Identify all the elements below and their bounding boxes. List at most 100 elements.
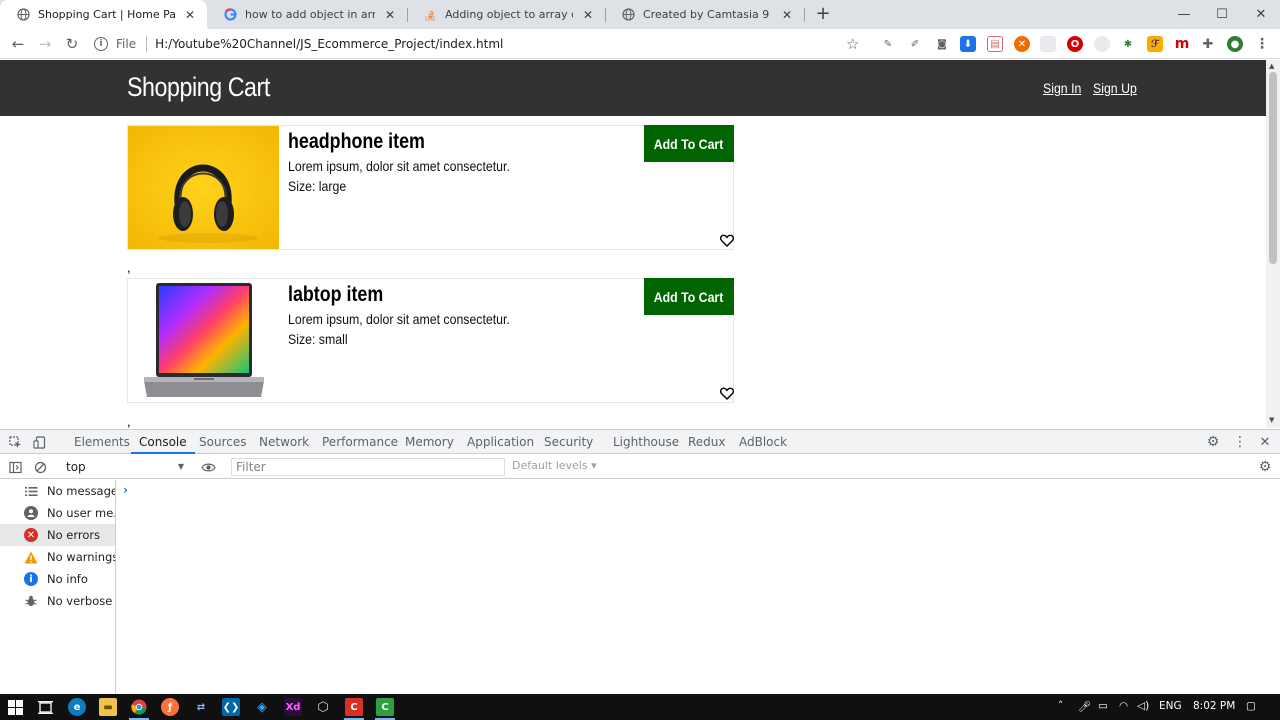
stackoverflow-icon bbox=[424, 8, 437, 21]
devtools-tab-application[interactable]: Application bbox=[467, 430, 534, 454]
close-tab-icon[interactable]: ✕ bbox=[183, 8, 197, 22]
tab-stackoverflow[interactable]: Adding object to array onclick Ja ✕ bbox=[407, 0, 605, 29]
close-tab-icon[interactable]: ✕ bbox=[581, 8, 595, 22]
vscode-icon[interactable]: ❮❯ bbox=[222, 698, 240, 716]
m-extension-icon[interactable]: m bbox=[1174, 36, 1190, 52]
notifications-icon[interactable]: ▢ bbox=[1246, 700, 1256, 712]
device-toolbar-icon[interactable] bbox=[31, 434, 47, 450]
firefox-icon[interactable]: ƒ bbox=[161, 698, 179, 716]
adobe-xd-icon[interactable]: Xd bbox=[284, 698, 302, 716]
puzzle-icon[interactable]: ✚ bbox=[1200, 36, 1216, 52]
kebab-menu-icon[interactable]: ⋮ bbox=[1254, 36, 1270, 52]
devtools-tab-network[interactable]: Network bbox=[259, 430, 309, 454]
context-selector[interactable]: top ▼ bbox=[60, 458, 186, 476]
camtasia-recorder-icon[interactable]: C bbox=[345, 698, 363, 716]
network-tool-icon[interactable]: ⇄ bbox=[192, 698, 210, 716]
devtools-tab-performance[interactable]: Performance bbox=[322, 430, 398, 454]
maximize-button[interactable]: ☐ bbox=[1202, 0, 1242, 29]
devtools-tab-security[interactable]: Security bbox=[544, 430, 593, 454]
reload-icon[interactable]: ↻ bbox=[62, 34, 82, 54]
calendar-extension-icon[interactable]: ▤ bbox=[987, 36, 1003, 52]
add-to-cart-button[interactable]: Add To Cart bbox=[644, 125, 734, 162]
info-icon[interactable]: i bbox=[94, 37, 108, 51]
heart-icon[interactable] bbox=[720, 387, 734, 400]
blank-extension-icon[interactable] bbox=[1040, 36, 1056, 52]
sidebar-item-errors[interactable]: ✕ No errors bbox=[0, 524, 115, 546]
sidebar-item-warnings[interactable]: No warnings bbox=[0, 546, 115, 568]
item-separator: , bbox=[127, 414, 131, 428]
scrollbar-thumb[interactable] bbox=[1269, 72, 1277, 264]
log-levels-dropdown[interactable]: Default levels ▾ bbox=[512, 459, 597, 472]
sidebar-item-verbose[interactable]: No verbose bbox=[0, 590, 115, 612]
devtools-tab-redux[interactable]: Redux bbox=[688, 430, 726, 454]
site-brand[interactable]: Shopping Cart bbox=[127, 72, 270, 103]
tab-camtasia[interactable]: Created by Camtasia 9 ✕ bbox=[605, 0, 804, 29]
inspect-element-icon[interactable] bbox=[7, 434, 23, 450]
eyedropper-icon[interactable]: ✐ bbox=[907, 36, 923, 52]
list-icon bbox=[24, 484, 38, 498]
devtools-tab-console[interactable]: Console bbox=[131, 430, 195, 454]
tray-chevron-icon[interactable]: ˄ bbox=[1058, 700, 1063, 712]
address-bar[interactable]: i File H:/Youtube%20Channel/JS_Ecommerce… bbox=[90, 32, 870, 56]
close-devtools-icon[interactable]: ✕ bbox=[1257, 434, 1273, 450]
3d-cube-icon[interactable]: ⬡ bbox=[314, 698, 332, 716]
settings-gear-icon[interactable]: ⚙ bbox=[1205, 434, 1221, 450]
file-explorer-icon[interactable]: ▬ bbox=[99, 698, 117, 716]
bookmark-star-icon[interactable]: ☆ bbox=[846, 35, 859, 53]
clear-console-icon[interactable] bbox=[32, 459, 48, 475]
sidebar-item-messages[interactable]: No messages bbox=[0, 480, 115, 502]
download-extension-icon[interactable]: ⬇ bbox=[960, 36, 976, 52]
camtasia-studio-icon[interactable]: C bbox=[376, 698, 394, 716]
new-tab-button[interactable]: + bbox=[813, 4, 833, 24]
minimize-button[interactable]: — bbox=[1164, 0, 1204, 29]
forward-arrow-icon[interactable]: → bbox=[35, 34, 55, 54]
grey-extension-icon[interactable] bbox=[1094, 36, 1110, 52]
tab-shopping-cart[interactable]: Shopping Cart | Home Page ✕ bbox=[0, 0, 207, 29]
tab-google-search[interactable]: how to add object in array after c ✕ bbox=[207, 0, 407, 29]
bug-extension-icon[interactable]: ✱ bbox=[1120, 36, 1136, 52]
heart-icon[interactable] bbox=[720, 234, 734, 247]
close-window-button[interactable]: ✕ bbox=[1241, 0, 1280, 29]
profile-avatar[interactable]: ● bbox=[1227, 36, 1243, 52]
yellow-extension-icon[interactable]: ℱ bbox=[1147, 36, 1163, 52]
language-indicator[interactable]: ENG bbox=[1159, 700, 1182, 712]
signin-link[interactable]: Sign In bbox=[1043, 80, 1081, 96]
console-filter-input[interactable] bbox=[231, 458, 505, 476]
kebab-menu-icon[interactable]: ⋮ bbox=[1232, 434, 1248, 450]
scroll-up-arrow-icon[interactable]: ▲ bbox=[1269, 62, 1274, 70]
opera-extension-icon[interactable]: O bbox=[1067, 36, 1083, 52]
console-settings-gear-icon[interactable]: ⚙ bbox=[1257, 459, 1273, 475]
devtools-tab-sources[interactable]: Sources bbox=[199, 430, 246, 454]
back-arrow-icon[interactable]: ← bbox=[8, 34, 28, 54]
close-tab-icon[interactable]: ✕ bbox=[383, 8, 397, 22]
wifi-icon[interactable]: ◠ bbox=[1119, 700, 1128, 712]
battery-icon[interactable]: ▭ bbox=[1098, 700, 1108, 712]
extension-pen-icon[interactable]: ✎ bbox=[880, 36, 896, 52]
devtools-tab-adblock[interactable]: AdBlock bbox=[739, 430, 787, 454]
app-icon[interactable]: ◈ bbox=[253, 698, 271, 716]
sidebar-item-info[interactable]: i No info bbox=[0, 568, 115, 590]
scroll-down-arrow-icon[interactable]: ▼ bbox=[1269, 416, 1274, 424]
page-scrollbar[interactable]: ▲ ▼ bbox=[1266, 60, 1280, 428]
chrome-icon[interactable] bbox=[130, 698, 148, 716]
camera-icon[interactable]: ◙ bbox=[934, 36, 950, 52]
product-description: Lorem ipsum, dolor sit amet consectetur. bbox=[288, 311, 510, 327]
sidebar-toggle-icon[interactable] bbox=[7, 459, 23, 475]
microphone-icon[interactable]: 🎤︎ bbox=[1078, 700, 1091, 713]
devtools-tab-elements[interactable]: Elements bbox=[74, 430, 130, 454]
task-view-icon[interactable] bbox=[36, 698, 54, 716]
windows-start-icon[interactable] bbox=[6, 698, 24, 716]
devtools-tab-memory[interactable]: Memory bbox=[405, 430, 454, 454]
add-to-cart-button[interactable]: Add To Cart bbox=[644, 278, 734, 315]
volume-icon[interactable]: ◁) bbox=[1137, 700, 1149, 712]
close-tab-icon[interactable]: ✕ bbox=[780, 8, 794, 22]
url-text[interactable]: H:/Youtube%20Channel/JS_Ecommerce_Projec… bbox=[155, 37, 503, 51]
sidebar-item-user-messages[interactable]: No user me... bbox=[0, 502, 115, 524]
console-prompt[interactable]: › bbox=[123, 483, 128, 497]
eye-icon[interactable] bbox=[200, 459, 216, 475]
clock[interactable]: 8:02 PM bbox=[1193, 700, 1235, 712]
edge-icon[interactable]: e bbox=[68, 698, 86, 716]
orange-extension-icon[interactable]: ✕ bbox=[1014, 36, 1030, 52]
devtools-tab-lighthouse[interactable]: Lighthouse bbox=[613, 430, 679, 454]
signup-link[interactable]: Sign Up bbox=[1093, 80, 1137, 96]
